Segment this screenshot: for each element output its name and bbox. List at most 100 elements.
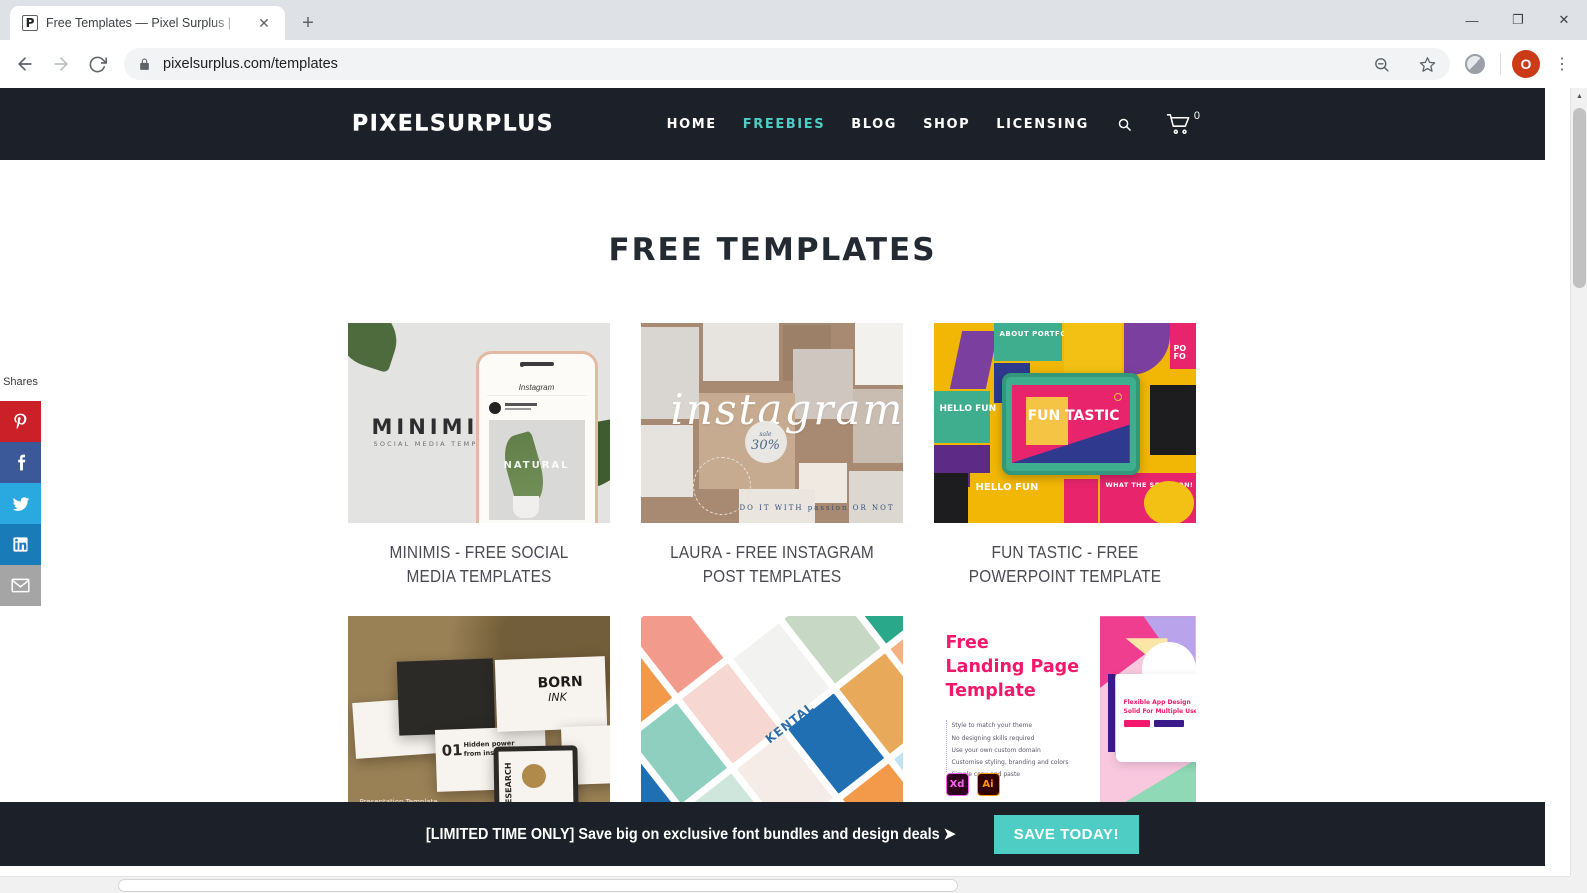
window-maximize-button[interactable]: ❐ xyxy=(1495,0,1541,40)
template-thumbnail-kental[interactable]: KENTAL xyxy=(640,616,903,817)
horizontal-scrollbar-thumb[interactable] xyxy=(118,879,958,892)
feature-item: Style to match your theme xyxy=(951,722,1033,730)
promo-text: [LIMITED TIME ONLY] Save big on exclusiv… xyxy=(425,825,956,843)
back-icon[interactable] xyxy=(8,47,42,81)
reload-icon[interactable] xyxy=(80,47,114,81)
share-linkedin-button[interactable] xyxy=(0,524,41,565)
adobe-illustrator-badge: Ai xyxy=(976,773,1000,797)
slide-label: HELLO FUN xyxy=(975,482,1039,493)
born-title: BORN xyxy=(536,674,583,692)
leaf-decoration-icon xyxy=(347,323,405,374)
instagram-header: Instagram xyxy=(486,380,587,396)
headline-line-3: Template xyxy=(945,680,1036,701)
nav-item-shop[interactable]: SHOP xyxy=(923,117,970,132)
share-email-button[interactable] xyxy=(0,565,41,606)
template-thumbnail-funtastic[interactable]: ABOUT PORTFOLIO PO FO HELLO FUN HELLO FU… xyxy=(933,323,1196,523)
slide-tile xyxy=(1149,385,1196,455)
slide-tile xyxy=(933,473,968,523)
sale-badge-value: 30% xyxy=(751,438,780,453)
nav-item-freebies[interactable]: FREEBIES xyxy=(743,117,825,132)
nav-item-home[interactable]: HOME xyxy=(667,117,717,132)
slide-tile xyxy=(1123,323,1170,375)
template-title[interactable]: FUN TASTIC - FREE POWERPOINT TEMPLATE xyxy=(949,541,1180,588)
promo-banner: [LIMITED TIME ONLY] Save big on exclusiv… xyxy=(0,802,1545,866)
mockup-chip xyxy=(1153,720,1184,728)
forward-icon[interactable] xyxy=(44,47,78,81)
landing-artwork: Flexible App Design Solid For Multiple U… xyxy=(1099,616,1196,817)
share-twitter-button[interactable] xyxy=(0,483,41,524)
share-facebook-button[interactable] xyxy=(0,442,41,483)
software-badges: Xd Ai xyxy=(945,773,1000,797)
art-bar xyxy=(1107,674,1115,753)
vase-graphic xyxy=(512,496,539,518)
window-minimize-button[interactable]: — xyxy=(1449,0,1495,40)
save-today-button[interactable]: SAVE TODAY! xyxy=(993,814,1139,854)
thumb-corner-text: DO IT WITH passion OR NOT xyxy=(739,503,895,512)
new-tab-button[interactable]: + xyxy=(293,8,323,38)
slide-tile xyxy=(1063,479,1098,523)
template-thumbnail-minimis[interactable]: MINIMIS SOCIAL MEDIA TEMPLATES Instagram xyxy=(347,323,610,523)
search-icon[interactable] xyxy=(1117,117,1132,132)
template-thumbnail-landing-page[interactable]: Free Landing Page Template Style to matc… xyxy=(933,616,1196,817)
tab-close-icon[interactable]: ✕ xyxy=(253,12,275,34)
thumb-script-title: instagram xyxy=(670,385,903,434)
zoom-out-icon[interactable] xyxy=(1364,47,1398,81)
feature-item: Use your own custom domain xyxy=(951,746,1041,754)
browser-toolbar: pixelsurplus.com/templates O ⋮ xyxy=(0,40,1587,88)
feature-item: Customise styling, branding and colors xyxy=(951,759,1069,767)
scroll-up-arrow[interactable]: ▲ xyxy=(1571,88,1587,105)
template-title[interactable]: LAURA - FREE INSTAGRAM POST TEMPLATES xyxy=(656,541,887,588)
web-page: PIXELSURPLUS HOME FREEBIES BLOG SHOP LIC… xyxy=(0,88,1545,866)
bullet-guide-line xyxy=(945,720,947,773)
vertical-scrollbar-thumb[interactable] xyxy=(1573,108,1586,288)
template-card[interactable]: ABOUT PORTFOLIO PO FO HELLO FUN HELLO FU… xyxy=(933,323,1196,588)
template-card[interactable]: MINIMIS SOCIAL MEDIA TEMPLATES Instagram xyxy=(347,323,610,588)
post-image: NATURAL xyxy=(488,420,585,520)
slide-mockup-dark xyxy=(396,658,495,736)
mockup-headline: Flexible App Design Solid For Multiple U… xyxy=(1123,699,1196,716)
mockup-chip xyxy=(1123,720,1150,728)
slide-label: PO FO xyxy=(1173,344,1187,362)
headline-line-1: Free xyxy=(945,633,989,654)
phone-camera xyxy=(520,363,525,367)
window-close-button[interactable]: ✕ xyxy=(1541,0,1587,40)
chrome-menu-icon[interactable]: ⋮ xyxy=(1545,47,1579,81)
address-bar[interactable]: pixelsurplus.com/templates xyxy=(124,48,1450,80)
extension-icon[interactable] xyxy=(1458,47,1492,81)
phone-speaker xyxy=(519,362,554,366)
cart-icon[interactable]: 0 xyxy=(1166,110,1200,135)
ink-title: INK xyxy=(547,690,567,705)
share-pinterest-button[interactable] xyxy=(0,401,41,442)
window-controls: — ❐ ✕ xyxy=(1449,0,1587,40)
template-thumbnail-laura[interactable]: instagram sale 30% DO IT WITH passion OR… xyxy=(640,323,903,523)
toolbar-divider xyxy=(1500,53,1501,75)
bookmark-star-icon[interactable] xyxy=(1410,47,1444,81)
template-thumbnail-bornink[interactable]: 01 Hidden power from inside. BORN INK RE… xyxy=(347,616,610,817)
browser-tab[interactable]: P Free Templates — Pixel Surplus | ✕ xyxy=(10,6,285,40)
slide-mockup: BORN INK xyxy=(494,656,607,733)
template-title[interactable]: MINIMIS - FREE SOCIAL MEDIA TEMPLATES xyxy=(363,541,594,588)
slide-label: HELLO FUN xyxy=(939,404,997,414)
shares-label: Shares xyxy=(0,376,41,401)
page-viewport: PIXELSURPLUS HOME FREEBIES BLOG SHOP LIC… xyxy=(0,88,1587,893)
slide-number: 01 xyxy=(440,741,463,760)
nav-item-licensing[interactable]: LICENSING xyxy=(996,117,1089,132)
cart-count-badge: 0 xyxy=(1193,110,1200,122)
profile-avatar[interactable]: O xyxy=(1509,47,1543,81)
phone-mockup: Instagram NATURAL ♡ ○ ▽ 20 Lik xyxy=(475,351,598,523)
post-username xyxy=(504,403,537,412)
horizontal-scrollbar[interactable] xyxy=(0,876,1570,893)
lock-icon xyxy=(138,58,151,71)
tablet-mockup: FUN TASTIC xyxy=(1001,373,1140,475)
slide-tile xyxy=(1143,481,1194,523)
vertical-scrollbar[interactable]: ▲ xyxy=(1570,88,1587,876)
slide-tile xyxy=(969,473,1062,523)
post-caption: NATURAL xyxy=(503,460,570,471)
nav-item-blog[interactable]: BLOG xyxy=(851,117,897,132)
site-logo[interactable]: PIXELSURPLUS xyxy=(352,111,554,136)
template-card[interactable]: instagram sale 30% DO IT WITH passion OR… xyxy=(640,323,903,588)
collage-tile xyxy=(702,323,779,381)
tab-strip: P Free Templates — Pixel Surplus | ✕ + —… xyxy=(0,0,1587,40)
template-grid: MINIMIS SOCIAL MEDIA TEMPLATES Instagram xyxy=(347,323,1198,866)
slide-tile xyxy=(993,323,1062,361)
